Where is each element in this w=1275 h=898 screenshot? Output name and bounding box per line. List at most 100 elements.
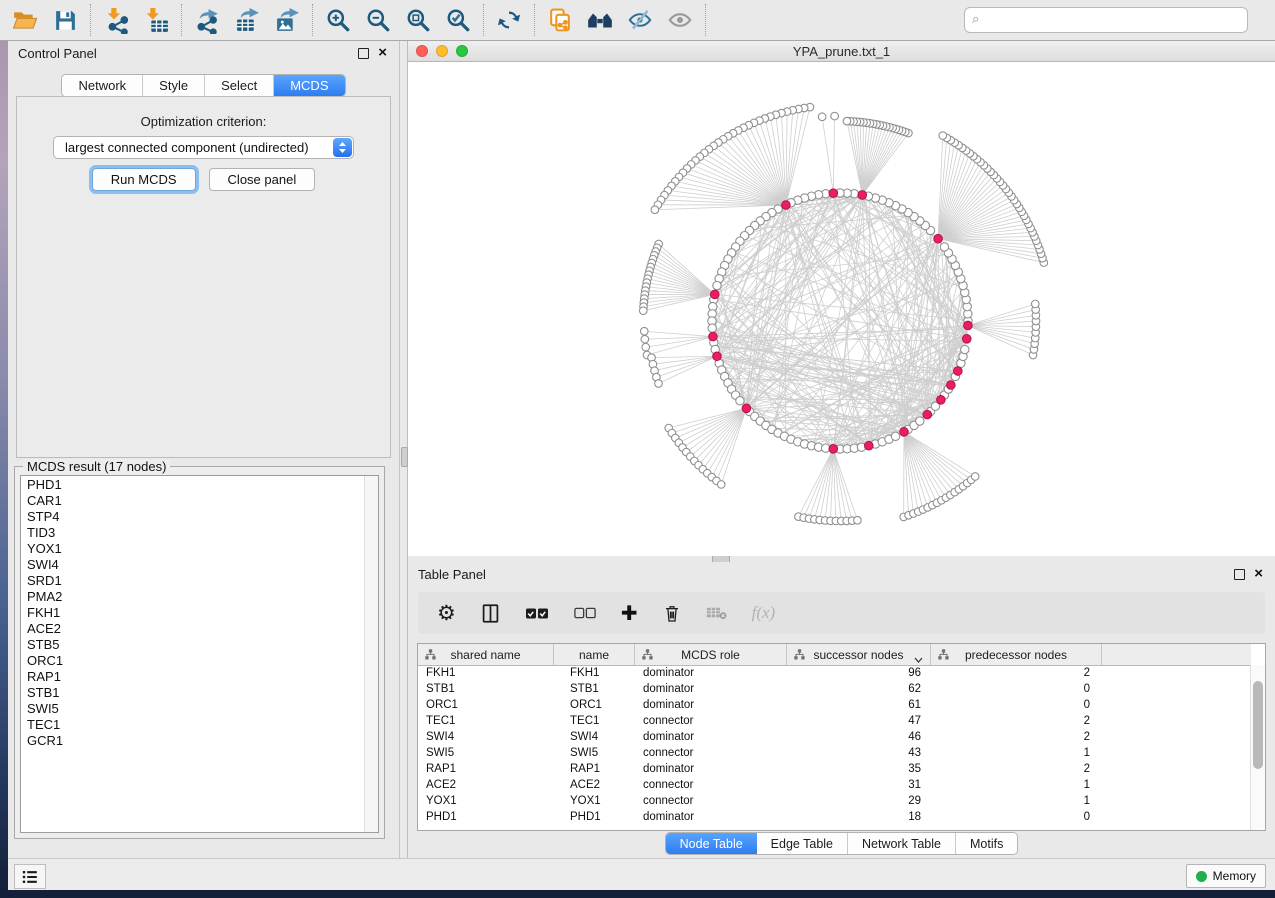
- export-image-button[interactable]: [267, 4, 307, 36]
- task-history-button[interactable]: [14, 864, 46, 889]
- table-mode-gear-icon[interactable]: ⚙: [437, 603, 456, 623]
- save-floppy-icon: [53, 8, 78, 33]
- memory-button[interactable]: Memory: [1186, 864, 1266, 888]
- tab-edge-table[interactable]: Edge Table: [757, 833, 848, 854]
- memory-status-icon: [1196, 871, 1207, 882]
- tab-network-table[interactable]: Network Table: [848, 833, 956, 854]
- table-row[interactable]: SWI4SWI4dominator462: [418, 729, 1251, 745]
- table-row[interactable]: ORC1ORC1dominator610: [418, 697, 1251, 713]
- hide-selected-eye-slash-icon: [626, 6, 654, 34]
- close-table-panel-icon[interactable]: ×: [1254, 569, 1263, 579]
- clone-network-button[interactable]: [540, 4, 580, 36]
- mcds-result-item[interactable]: STP4: [27, 509, 364, 525]
- table-cell: 1: [931, 779, 1102, 791]
- table-row[interactable]: PHD1PHD1dominator180: [418, 809, 1251, 825]
- vertical-splitter-grip[interactable]: [401, 447, 408, 467]
- table-cell: 1: [931, 795, 1102, 807]
- mcds-result-item[interactable]: GCR1: [27, 733, 364, 749]
- column-header-MCDS-role[interactable]: MCDS role: [635, 644, 787, 665]
- table-cell: 18: [787, 811, 931, 823]
- table-row[interactable]: RAP1RAP1dominator352: [418, 761, 1251, 777]
- table-cell: 2: [931, 667, 1102, 679]
- mcds-result-item[interactable]: PHD1: [27, 477, 364, 493]
- table-row[interactable]: TEC1TEC1connector472: [418, 713, 1251, 729]
- table-row[interactable]: YOX1YOX1connector291: [418, 793, 1251, 809]
- column-header-predecessor-nodes[interactable]: predecessor nodes: [931, 644, 1102, 665]
- show-hide-columns-icon[interactable]: [481, 603, 500, 624]
- tab-select[interactable]: Select: [205, 75, 274, 96]
- table-row[interactable]: FKH1FKH1dominator962: [418, 665, 1251, 681]
- create-column-icon[interactable]: ✚: [621, 601, 638, 625]
- column-header-shared-name[interactable]: shared name: [418, 644, 554, 665]
- zoom-selected-button[interactable]: [438, 4, 478, 36]
- mcds-result-item[interactable]: FKH1: [27, 605, 364, 621]
- import-network-button[interactable]: [96, 4, 136, 36]
- import-table-button[interactable]: [136, 4, 176, 36]
- column-header-label: name: [579, 648, 609, 662]
- close-mcds-panel-button[interactable]: Close panel: [209, 168, 316, 191]
- column-header-successor-nodes[interactable]: successor nodes: [787, 644, 931, 665]
- search-input[interactable]: [964, 7, 1248, 33]
- mcds-result-item[interactable]: YOX1: [27, 541, 364, 557]
- mcds-result-item[interactable]: CAR1: [27, 493, 364, 509]
- mcds-result-item[interactable]: SWI5: [27, 701, 364, 717]
- hide-selected-button[interactable]: [620, 4, 660, 36]
- table-scrollbar-thumb[interactable]: [1253, 681, 1263, 769]
- delete-columns-icon[interactable]: [663, 603, 681, 624]
- show-all-hidden-button[interactable]: [660, 4, 700, 36]
- zoom-fit-button[interactable]: [398, 4, 438, 36]
- mcds-result-list[interactable]: PHD1CAR1STP4TID3YOX1SWI4SRD1PMA2FKH1ACE2…: [20, 475, 379, 833]
- tab-node-table[interactable]: Node Table: [666, 833, 757, 854]
- optimization-criterion-select[interactable]: largest connected component (undirected): [53, 136, 354, 159]
- table-cell: 0: [931, 683, 1102, 695]
- save-session-button[interactable]: [45, 4, 85, 36]
- vertical-splitter[interactable]: [400, 41, 408, 858]
- table-cell: 47: [787, 715, 931, 727]
- mcds-result-item[interactable]: STB5: [27, 637, 364, 653]
- tab-network[interactable]: Network: [62, 75, 143, 96]
- zoom-out-button[interactable]: [358, 4, 398, 36]
- float-panel-icon[interactable]: [358, 48, 369, 59]
- mcds-result-item[interactable]: ACE2: [27, 621, 364, 637]
- node-table-header-row: shared name name MCDS rolesuccessor nodesp…: [418, 644, 1251, 666]
- deselect-all-rows-icon[interactable]: [574, 607, 596, 619]
- mcds-result-item[interactable]: SWI4: [27, 557, 364, 573]
- first-neighbors-button[interactable]: [580, 4, 620, 36]
- table-row[interactable]: ACE2ACE2connector311: [418, 777, 1251, 793]
- mcds-result-item[interactable]: STB1: [27, 685, 364, 701]
- float-table-panel-icon[interactable]: [1234, 569, 1245, 580]
- mcds-result-item[interactable]: SRD1: [27, 573, 364, 589]
- table-cell: dominator: [635, 763, 787, 775]
- open-session-button[interactable]: [5, 4, 45, 36]
- table-cell: 1: [931, 747, 1102, 759]
- column-header-name[interactable]: name: [554, 644, 635, 665]
- network-view-canvas[interactable]: [408, 62, 1275, 556]
- mcds-result-item[interactable]: ORC1: [27, 653, 364, 669]
- tab-mcds[interactable]: MCDS: [274, 75, 344, 96]
- table-cell: dominator: [635, 667, 787, 679]
- mcds-result-item[interactable]: PMA2: [27, 589, 364, 605]
- run-mcds-button[interactable]: Run MCDS: [92, 168, 196, 191]
- table-row[interactable]: STB1STB1dominator620: [418, 681, 1251, 697]
- table-cell: STB1: [418, 683, 554, 695]
- tab-motifs[interactable]: Motifs: [956, 833, 1017, 854]
- mcds-tab-content: Optimization criterion: largest connecte…: [16, 96, 391, 458]
- mcds-result-item[interactable]: TEC1: [27, 717, 364, 733]
- mcds-result-title: MCDS result (17 nodes): [23, 459, 170, 474]
- export-table-button[interactable]: [227, 4, 267, 36]
- table-column-type-icon: [642, 649, 653, 663]
- table-row[interactable]: SWI5SWI5connector431: [418, 745, 1251, 761]
- table-cell: RAP1: [418, 763, 554, 775]
- mcds-list-scrollbar[interactable]: [364, 476, 378, 832]
- close-panel-icon[interactable]: ×: [378, 48, 387, 58]
- select-all-rows-icon[interactable]: [525, 607, 549, 620]
- table-scrollbar[interactable]: [1250, 665, 1265, 830]
- refresh-button[interactable]: [489, 4, 529, 36]
- mcds-result-item[interactable]: TID3: [27, 525, 364, 541]
- zoom-in-button[interactable]: [318, 4, 358, 36]
- tab-style[interactable]: Style: [143, 75, 205, 96]
- export-network-button[interactable]: [187, 4, 227, 36]
- control-panel: Control Panel × Network Style Select MCD…: [8, 41, 400, 858]
- mcds-result-item[interactable]: RAP1: [27, 669, 364, 685]
- table-cell: 29: [787, 795, 931, 807]
